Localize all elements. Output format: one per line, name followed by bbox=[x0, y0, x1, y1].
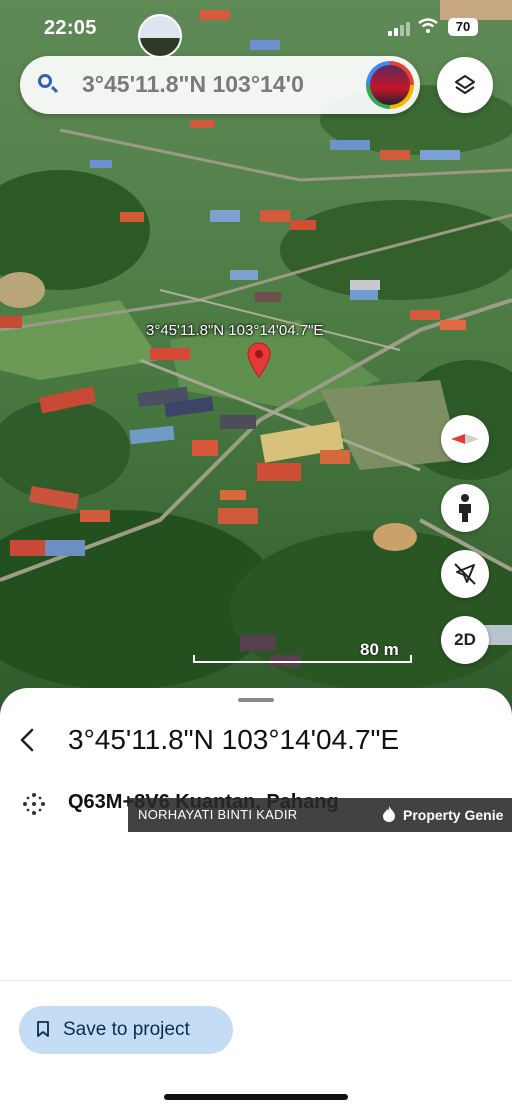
search-icon bbox=[38, 74, 52, 88]
status-bar: 22:05 70 bbox=[0, 14, 512, 58]
watermark-banner: NORHAYATI BINTI KADIR Property Genie bbox=[128, 798, 512, 832]
watermark-name: NORHAYATI BINTI KADIR bbox=[138, 807, 298, 822]
back-arrow-icon[interactable] bbox=[14, 726, 42, 754]
drag-handle[interactable] bbox=[238, 698, 274, 702]
flame-logo-icon bbox=[383, 806, 395, 822]
signal-icon bbox=[388, 20, 410, 36]
location-pin-icon[interactable] bbox=[247, 342, 271, 378]
bookmark-icon bbox=[37, 1021, 49, 1037]
scale-bar bbox=[193, 655, 412, 663]
battery-indicator: 70 bbox=[448, 18, 478, 36]
home-indicator[interactable] bbox=[164, 1094, 348, 1100]
tilt-toggle-button[interactable] bbox=[441, 550, 489, 598]
navigation-off-icon bbox=[454, 563, 476, 585]
sheet-divider bbox=[0, 980, 512, 981]
save-to-project-label: Save to project bbox=[63, 1019, 190, 1040]
save-to-project-button[interactable]: Save to project bbox=[19, 1006, 233, 1054]
search-bar[interactable]: 3°45'11.8"N 103°14'0 bbox=[20, 56, 420, 114]
pin-label: 3°45'11.8"N 103°14'04.7"E bbox=[146, 322, 324, 339]
search-query[interactable]: 3°45'11.8"N 103°14'0 bbox=[82, 71, 362, 98]
layers-button[interactable] bbox=[437, 57, 493, 113]
street-view-button[interactable] bbox=[441, 484, 489, 532]
camera-thumbnail[interactable] bbox=[138, 14, 182, 58]
wifi-icon bbox=[418, 18, 438, 39]
watermark-brand: Property Genie bbox=[403, 807, 504, 823]
profile-avatar[interactable] bbox=[366, 61, 414, 109]
status-time: 22:05 bbox=[44, 17, 97, 39]
view-mode-button[interactable]: 2D bbox=[441, 616, 489, 664]
place-title: 3°45'11.8"N 103°14'04.7"E bbox=[68, 724, 400, 755]
plus-code-icon bbox=[23, 793, 45, 815]
layers-icon bbox=[455, 75, 475, 94]
compass-icon bbox=[451, 434, 479, 444]
pegman-icon bbox=[459, 494, 471, 522]
compass-button[interactable] bbox=[441, 415, 489, 463]
